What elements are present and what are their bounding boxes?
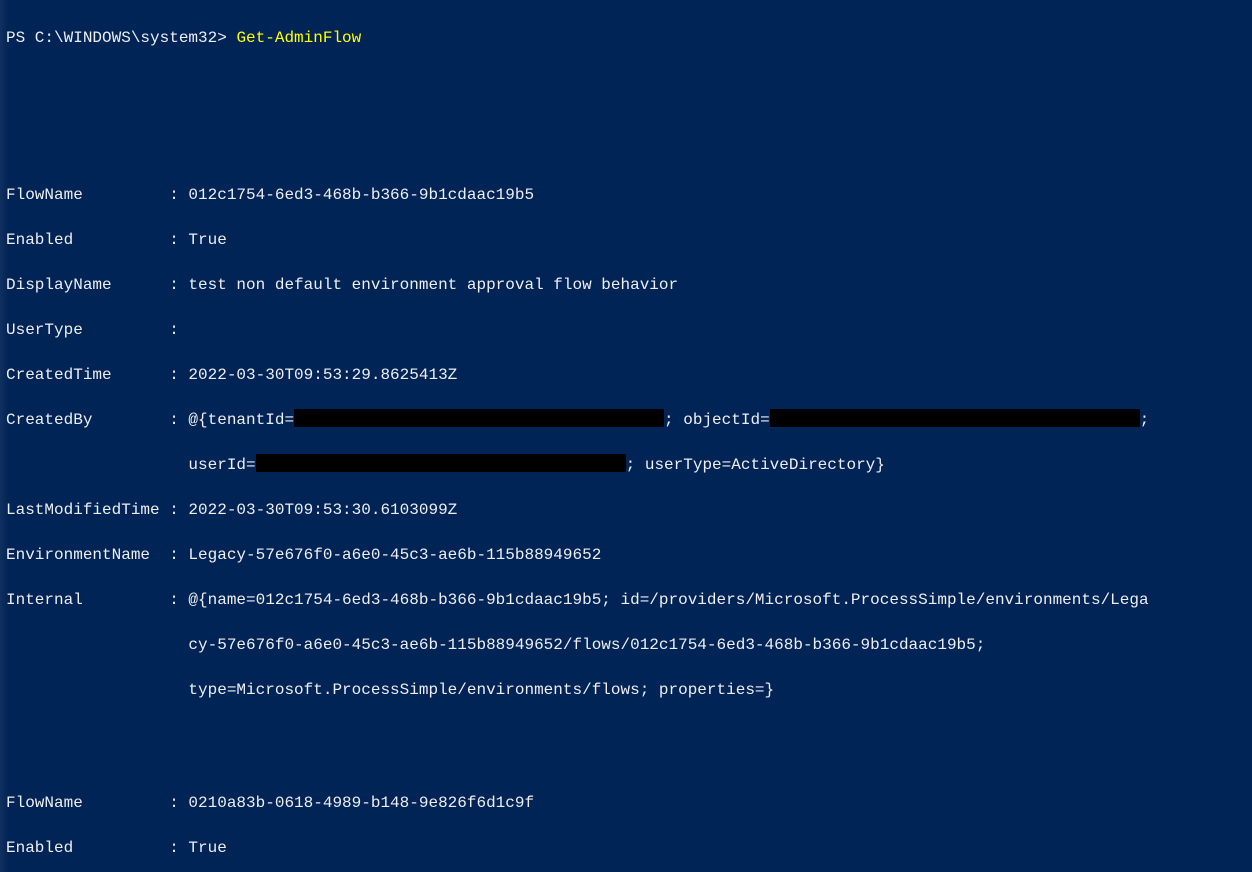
blank-line <box>6 72 1246 95</box>
field-value: 012c1754-6ed3-468b-b366-9b1cdaac19b5 <box>188 186 534 204</box>
output-row: FlowName: 012c1754-6ed3-468b-b366-9b1cda… <box>6 184 1246 207</box>
redacted-box <box>256 454 626 472</box>
field-value: test non default environment approval fl… <box>188 276 678 294</box>
field-label: FlowName <box>6 792 169 815</box>
prompt-line[interactable]: PS C:\WINDOWS\system32> Get-AdminFlow <box>6 27 1246 50</box>
field-label <box>6 634 169 657</box>
field-value-part: ; <box>1140 411 1150 429</box>
output-row: cy-57e676f0-a6e0-45c3-ae6b-115b88949652/… <box>6 634 1246 657</box>
output-row: type=Microsoft.ProcessSimple/environment… <box>6 679 1246 702</box>
field-label: CreatedBy <box>6 409 169 432</box>
field-label: Enabled <box>6 229 169 252</box>
field-label: FlowName <box>6 184 169 207</box>
field-value: True <box>188 231 226 249</box>
field-value: 2022-03-30T09:53:29.8625413Z <box>188 366 457 384</box>
field-value-part: userId= <box>188 456 255 474</box>
output-row: LastModifiedTime: 2022-03-30T09:53:30.61… <box>6 499 1246 522</box>
output-row: userId= ; userType=ActiveDirectory} <box>6 454 1246 477</box>
output-row: CreatedBy: @{tenantId=; objectId=; <box>6 409 1246 432</box>
field-label <box>6 454 169 477</box>
terminal-output[interactable]: PS C:\WINDOWS\system32> Get-AdminFlow Fl… <box>0 0 1252 872</box>
redacted-box <box>770 409 1140 427</box>
field-label: DisplayName <box>6 274 169 297</box>
field-value: 2022-03-30T09:53:30.6103099Z <box>188 501 457 519</box>
output-row: UserType: <box>6 319 1246 342</box>
ps-prompt: PS C:\WINDOWS\system32> <box>6 29 236 47</box>
output-row: Enabled: True <box>6 229 1246 252</box>
blank-line <box>6 724 1246 747</box>
field-label: Internal <box>6 589 169 612</box>
field-label: Enabled <box>6 837 169 860</box>
output-row: Internal: @{name=012c1754-6ed3-468b-b366… <box>6 589 1246 612</box>
output-row: FlowName: 0210a83b-0618-4989-b148-9e826f… <box>6 792 1246 815</box>
output-row: EnvironmentName: Legacy-57e676f0-a6e0-45… <box>6 544 1246 567</box>
output-row: CreatedTime: 2022-03-30T09:53:29.8625413… <box>6 364 1246 387</box>
field-value: True <box>188 839 226 857</box>
field-label: LastModifiedTime <box>6 499 169 522</box>
blank-line <box>6 117 1246 140</box>
field-label: EnvironmentName <box>6 544 169 567</box>
field-label: UserType <box>6 319 169 342</box>
field-value: @{name=012c1754-6ed3-468b-b366-9b1cdaac1… <box>188 591 1148 609</box>
field-value: cy-57e676f0-a6e0-45c3-ae6b-115b88949652/… <box>188 636 985 654</box>
field-value: type=Microsoft.ProcessSimple/environment… <box>188 681 774 699</box>
output-row: DisplayName: test non default environmen… <box>6 274 1246 297</box>
field-value-part: ; userType=ActiveDirectory} <box>626 456 885 474</box>
field-label: CreatedTime <box>6 364 169 387</box>
output-row: Enabled: True <box>6 837 1246 860</box>
field-label <box>6 679 169 702</box>
redacted-box <box>294 409 664 427</box>
ps-command: Get-AdminFlow <box>236 29 361 47</box>
field-value-part: @{tenantId= <box>188 411 294 429</box>
field-value-part: ; objectId= <box>664 411 770 429</box>
field-value: 0210a83b-0618-4989-b148-9e826f6d1c9f <box>188 794 534 812</box>
field-value: Legacy-57e676f0-a6e0-45c3-ae6b-115b88949… <box>188 546 601 564</box>
